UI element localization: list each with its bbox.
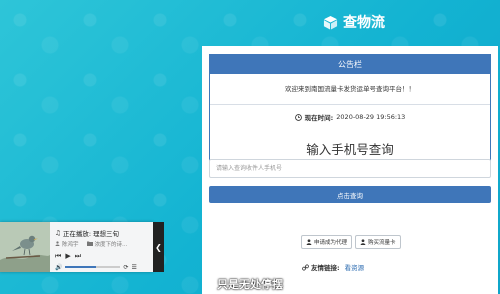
folder-icon	[86, 241, 93, 248]
play-icon[interactable]: ▶	[65, 252, 70, 261]
friend-links: 友情链接: 看资源	[302, 262, 364, 272]
friend-link[interactable]: 看资源	[345, 262, 365, 272]
volume-icon[interactable]: 🔊	[55, 264, 62, 271]
song-title: 理想三旬	[93, 230, 120, 238]
phone-input[interactable]	[209, 159, 491, 178]
collapse-player-button[interactable]: ❮	[153, 222, 164, 272]
clock-icon	[294, 113, 302, 121]
artist-line: 陈鸿宇 浓度下的诗…	[55, 240, 149, 248]
playlist-icon[interactable]: ☰	[132, 264, 137, 271]
time-label: 现在时间:	[304, 114, 334, 122]
next-icon[interactable]: ⏭	[75, 252, 81, 261]
loop-icon[interactable]: ⟳	[123, 264, 128, 271]
brand-name: 查物流	[343, 15, 385, 31]
query-card: 公告栏 欢迎来到南国流量卡发货运单号查询平台！！ 现在时间: 2020-08-2…	[202, 46, 498, 294]
box-icon	[323, 15, 338, 30]
person-icon	[55, 240, 60, 248]
artist-name: 陈鸿宇	[62, 242, 79, 248]
friend-links-label: 友情链接:	[311, 264, 340, 272]
music-note-icon: ♫	[55, 229, 61, 237]
buy-card-label: 购买流量卡	[368, 240, 396, 246]
apply-agent-button[interactable]: 申请成为代理	[301, 235, 353, 249]
volume-row: 🔊 ⟳ ☰	[55, 263, 151, 271]
now-playing-label: 正在播放:	[62, 230, 92, 238]
chevron-left-icon: ❮	[155, 242, 162, 252]
current-time: 现在时间: 2020-08-29 19:56:13	[210, 105, 490, 129]
time-value: 2020-08-29 19:56:13	[336, 113, 406, 121]
volume-slider[interactable]	[65, 266, 121, 268]
music-player: ♫ 正在播放: 理想三旬 陈鸿宇 浓度下的诗… ⏮ ▶ ⏭ 🔊 ⟳ ☰	[0, 222, 153, 272]
query-title: 输入手机号查询	[306, 142, 394, 157]
notice-message: 欢迎来到南国流量卡发货运单号查询平台！！	[210, 74, 490, 105]
buy-card-button[interactable]: 购买流量卡	[355, 235, 401, 249]
album-cover[interactable]	[0, 222, 50, 272]
query-button[interactable]: 点击查询	[209, 186, 491, 203]
previous-icon[interactable]: ⏮	[55, 252, 61, 261]
person-icon	[306, 239, 312, 245]
lyrics-subtitle: 只是无处停摆	[217, 278, 283, 291]
link-icon	[302, 263, 309, 271]
notice-header: 公告栏	[210, 55, 490, 74]
volume-level	[65, 266, 96, 268]
person-icon	[360, 239, 366, 245]
brand-logo[interactable]: 查物流	[323, 12, 385, 32]
album-name: 浓度下的诗…	[94, 242, 128, 248]
now-playing: ♫ 正在播放: 理想三旬	[55, 228, 149, 238]
apply-agent-label: 申请成为代理	[314, 240, 348, 246]
playback-controls: ⏮ ▶ ⏭	[55, 252, 81, 261]
